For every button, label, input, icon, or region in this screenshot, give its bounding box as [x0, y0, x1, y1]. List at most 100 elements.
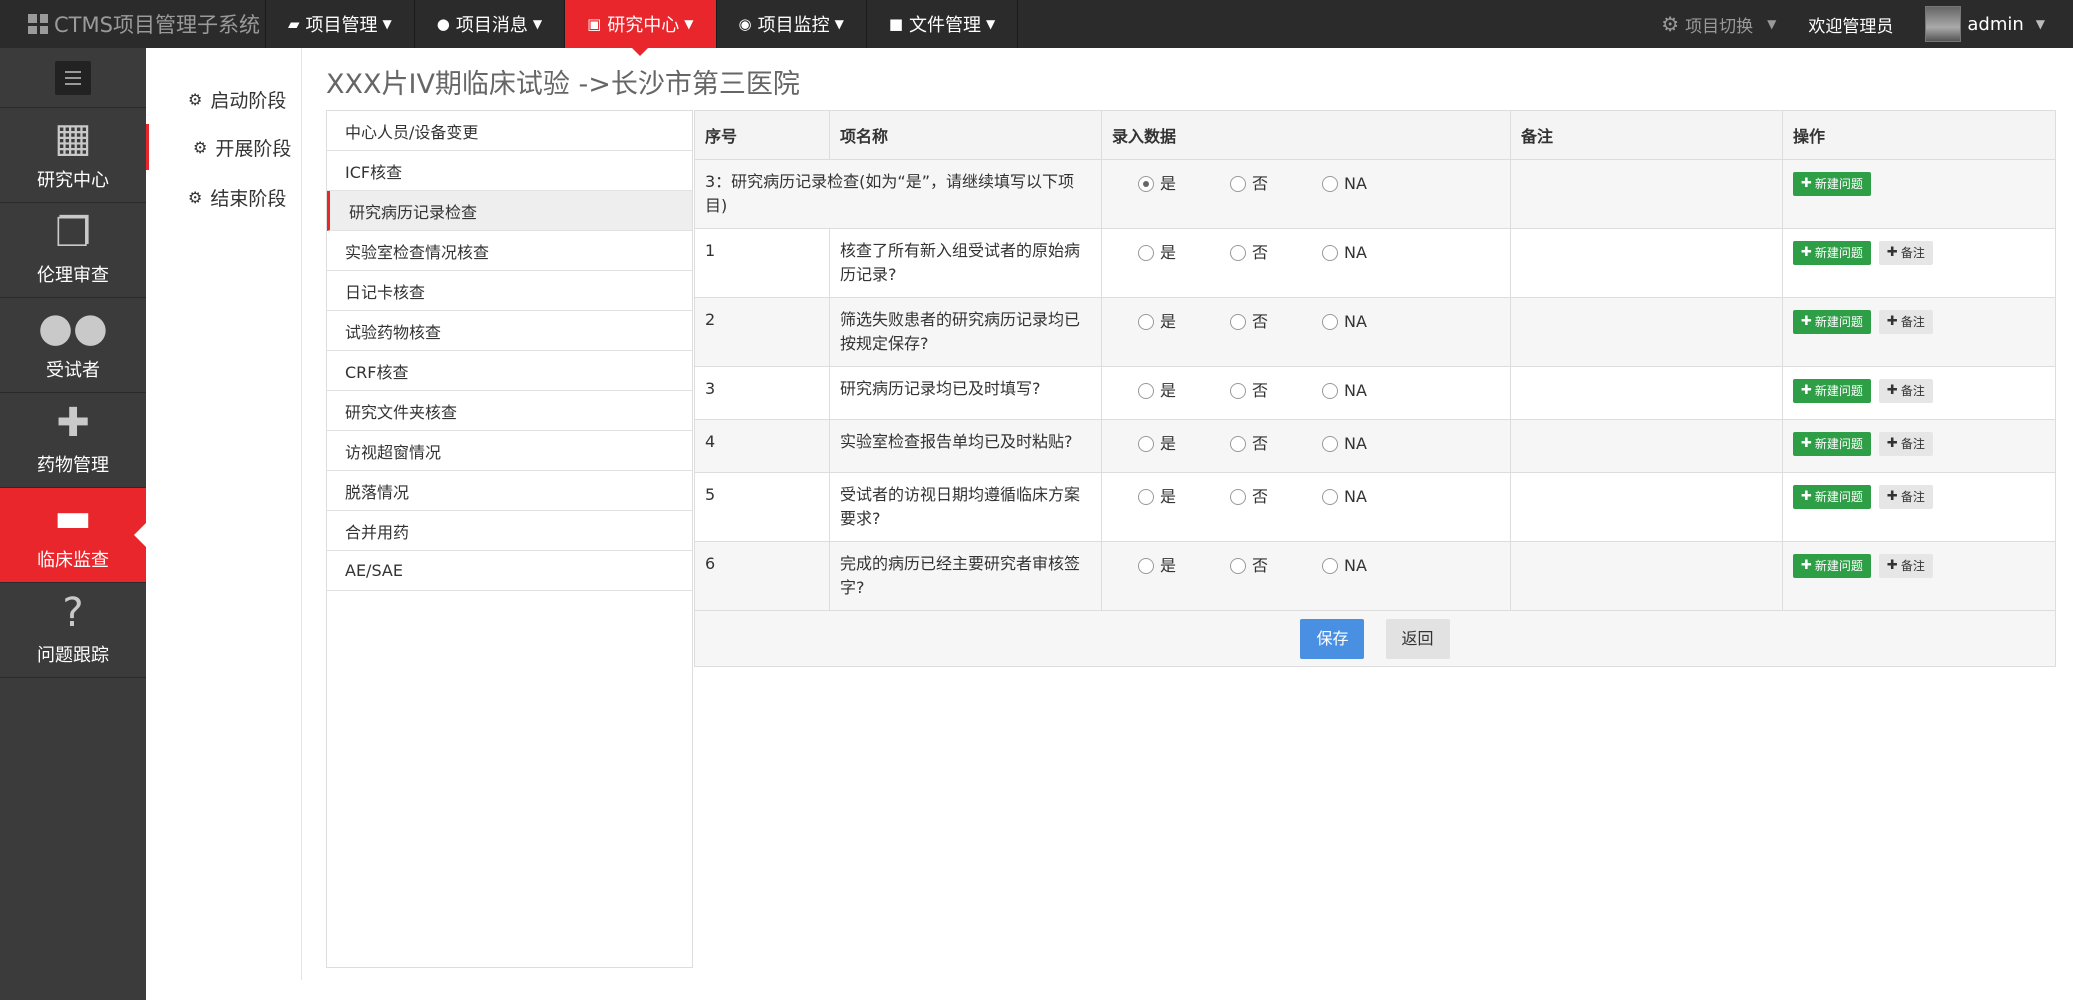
radio-na[interactable]: NA — [1322, 554, 1414, 578]
list-item[interactable]: 试验药物核查 — [327, 311, 692, 351]
radio-label: 否 — [1252, 381, 1269, 400]
stage-start[interactable]: ⚙ 启动阶段 — [146, 76, 302, 122]
back-button[interactable]: 返回 — [1385, 618, 1450, 659]
radio-yes[interactable]: 是 — [1138, 172, 1230, 196]
project-switch[interactable]: ⚙ 项目切换 ▼ — [1661, 12, 1776, 37]
new-issue-button[interactable]: ✚ 新建问题 — [1793, 172, 1871, 196]
stage-end[interactable]: ⚙ 结束阶段 — [146, 174, 302, 220]
new-issue-button[interactable]: ✚ 新建问题 — [1793, 379, 1871, 403]
radio-icon — [1230, 176, 1246, 192]
remark-cell[interactable] — [1510, 159, 1783, 229]
radio-no[interactable]: 否 — [1230, 379, 1322, 403]
project-switch-label: 项目切换 — [1685, 16, 1754, 37]
btn-label: 新建问题 — [1814, 559, 1863, 573]
radio-yes[interactable]: 是 — [1138, 379, 1230, 403]
radio-na[interactable]: NA — [1322, 485, 1414, 509]
list-item[interactable]: CRF核查 — [327, 351, 692, 391]
brand[interactable]: CTMS项目管理子系统 — [0, 0, 266, 48]
add-remark-button[interactable]: ✚ 备注 — [1878, 379, 1933, 403]
add-remark-button[interactable]: ✚ 备注 — [1878, 310, 1933, 334]
radio-no[interactable]: 否 — [1230, 432, 1322, 456]
plus-icon: ✚ — [1801, 489, 1812, 504]
nav-label: 项目监控 — [757, 15, 830, 36]
radio-na[interactable]: NA — [1322, 379, 1414, 403]
radio-icon — [1230, 245, 1246, 261]
remark-cell[interactable] — [1510, 541, 1783, 611]
new-issue-button[interactable]: ✚ 新建问题 — [1793, 432, 1871, 456]
radio-label: 否 — [1252, 312, 1269, 331]
row-no: 3 — [694, 366, 830, 420]
plus-icon: ✚ — [1801, 176, 1812, 191]
radio-yes[interactable]: 是 — [1138, 432, 1230, 456]
radio-no[interactable]: 否 — [1230, 554, 1322, 578]
sidebar-item-issue-tracking[interactable]: ? 问题跟踪 — [0, 583, 146, 678]
new-issue-button[interactable]: ✚ 新建问题 — [1793, 485, 1871, 509]
list-item[interactable]: AE/SAE — [327, 551, 692, 591]
list-item[interactable]: 日记卡核查 — [327, 271, 692, 311]
nav-project-messages[interactable]: ● 项目消息 ▼ — [415, 0, 566, 48]
btn-label: 备注 — [1900, 384, 1925, 398]
btn-label: 新建问题 — [1814, 177, 1863, 191]
radio-yes[interactable]: 是 — [1138, 310, 1230, 334]
nav-project-monitoring[interactable]: ◉ 项目监控 ▼ — [717, 0, 867, 48]
input-cell: 是 否 NA — [1101, 159, 1511, 229]
list-item[interactable]: 研究文件夹核查 — [327, 391, 692, 431]
radio-yes[interactable]: 是 — [1138, 241, 1230, 265]
radio-na[interactable]: NA — [1322, 432, 1414, 456]
top-bar: CTMS项目管理子系统 ▰ 项目管理 ▼ ● 项目消息 ▼ ▣ 研究中心 ▼ ◉… — [0, 0, 2073, 56]
new-issue-button[interactable]: ✚ 新建问题 — [1793, 241, 1871, 265]
add-remark-button[interactable]: ✚ 备注 — [1878, 432, 1933, 456]
radio-no[interactable]: 否 — [1230, 241, 1322, 265]
sidebar-toggle[interactable] — [0, 48, 146, 108]
radio-na[interactable]: NA — [1322, 310, 1414, 334]
radio-label: NA — [1344, 312, 1367, 331]
radio-yes[interactable]: 是 — [1138, 554, 1230, 578]
new-issue-button[interactable]: ✚ 新建问题 — [1793, 554, 1871, 578]
radio-no[interactable]: 否 — [1230, 172, 1322, 196]
list-item[interactable]: 访视超窗情况 — [327, 431, 692, 471]
radio-yes[interactable]: 是 — [1138, 485, 1230, 509]
nav-file-management[interactable]: ■ 文件管理 ▼ — [867, 0, 1019, 48]
radio-group: 是 否 NA — [1112, 170, 1500, 196]
chevron-down-icon: ▼ — [684, 17, 694, 31]
add-remark-button[interactable]: ✚ 备注 — [1878, 241, 1933, 265]
btn-label: 备注 — [1900, 490, 1925, 504]
stage-ongoing[interactable]: ⚙ 开展阶段 — [146, 124, 302, 170]
sidebar-item-research-center[interactable]: ▦ 研究中心 — [0, 108, 146, 203]
radio-group: 是 否 NA — [1112, 552, 1500, 578]
new-issue-button[interactable]: ✚ 新建问题 — [1793, 310, 1871, 334]
remark-cell[interactable] — [1510, 297, 1783, 367]
remark-cell[interactable] — [1510, 228, 1783, 298]
radio-no[interactable]: 否 — [1230, 310, 1322, 334]
radio-icon — [1138, 245, 1154, 261]
add-remark-button[interactable]: ✚ 备注 — [1878, 554, 1933, 578]
radio-no[interactable]: 否 — [1230, 485, 1322, 509]
nav-research-center[interactable]: ▣ 研究中心 ▼ — [565, 0, 717, 56]
radio-label: 否 — [1252, 487, 1269, 506]
radio-na[interactable]: NA — [1322, 172, 1414, 196]
stage-label: 启动阶段 — [210, 89, 287, 112]
list-item[interactable]: 脱落情况 — [327, 471, 692, 511]
sidebar-item-subjects[interactable]: ●● 受试者 — [0, 298, 146, 393]
user-menu[interactable]: admin ▼ — [1925, 6, 2045, 42]
op-cell: ✚ 新建问题 ✚ 备注 — [1782, 366, 2056, 420]
save-button[interactable]: 保存 — [1300, 618, 1365, 659]
stage-menu: ⚙ 启动阶段 ⚙ 开展阶段 ⚙ 结束阶段 — [146, 48, 302, 980]
sidebar-item-clinical-monitoring[interactable]: ▬ 临床监查 — [0, 488, 146, 583]
add-remark-button[interactable]: ✚ 备注 — [1878, 485, 1933, 509]
sidebar-item-ethics-review[interactable]: ❐ 伦理审查 — [0, 203, 146, 298]
list-item[interactable]: ICF核查 — [327, 151, 692, 191]
nav-label: 项目消息 — [455, 15, 528, 36]
list-item[interactable]: 中心人员/设备变更 — [327, 111, 692, 151]
radio-na[interactable]: NA — [1322, 241, 1414, 265]
sidebar-item-drug-management[interactable]: ✚ 药物管理 — [0, 393, 146, 488]
remark-cell[interactable] — [1510, 366, 1783, 420]
list-item[interactable]: 研究病历记录检查 — [327, 191, 692, 231]
list-item[interactable]: 实验室检查情况核查 — [327, 231, 692, 271]
remark-cell[interactable] — [1510, 419, 1783, 473]
list-item[interactable]: 合并用药 — [327, 511, 692, 551]
nav-project-management[interactable]: ▰ 项目管理 ▼ — [266, 0, 415, 48]
plus-icon: ✚ — [1801, 383, 1812, 398]
row-no: 6 — [694, 541, 830, 611]
remark-cell[interactable] — [1510, 472, 1783, 542]
